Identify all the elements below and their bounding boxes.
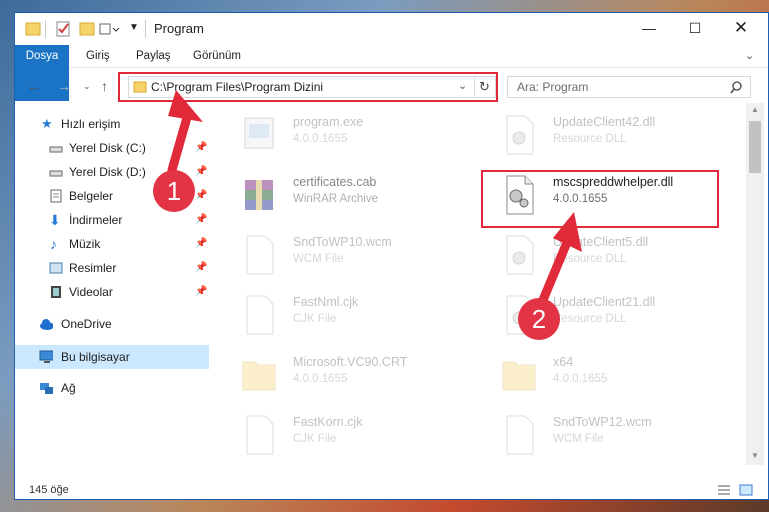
arrow-2-shaft xyxy=(538,235,573,305)
step-2-badge: 2 xyxy=(518,298,560,340)
step-1-badge: 1 xyxy=(153,170,195,212)
arrow-1-shaft xyxy=(167,109,193,175)
annotation-arrows xyxy=(167,90,582,305)
arrow-1-head xyxy=(168,90,203,122)
